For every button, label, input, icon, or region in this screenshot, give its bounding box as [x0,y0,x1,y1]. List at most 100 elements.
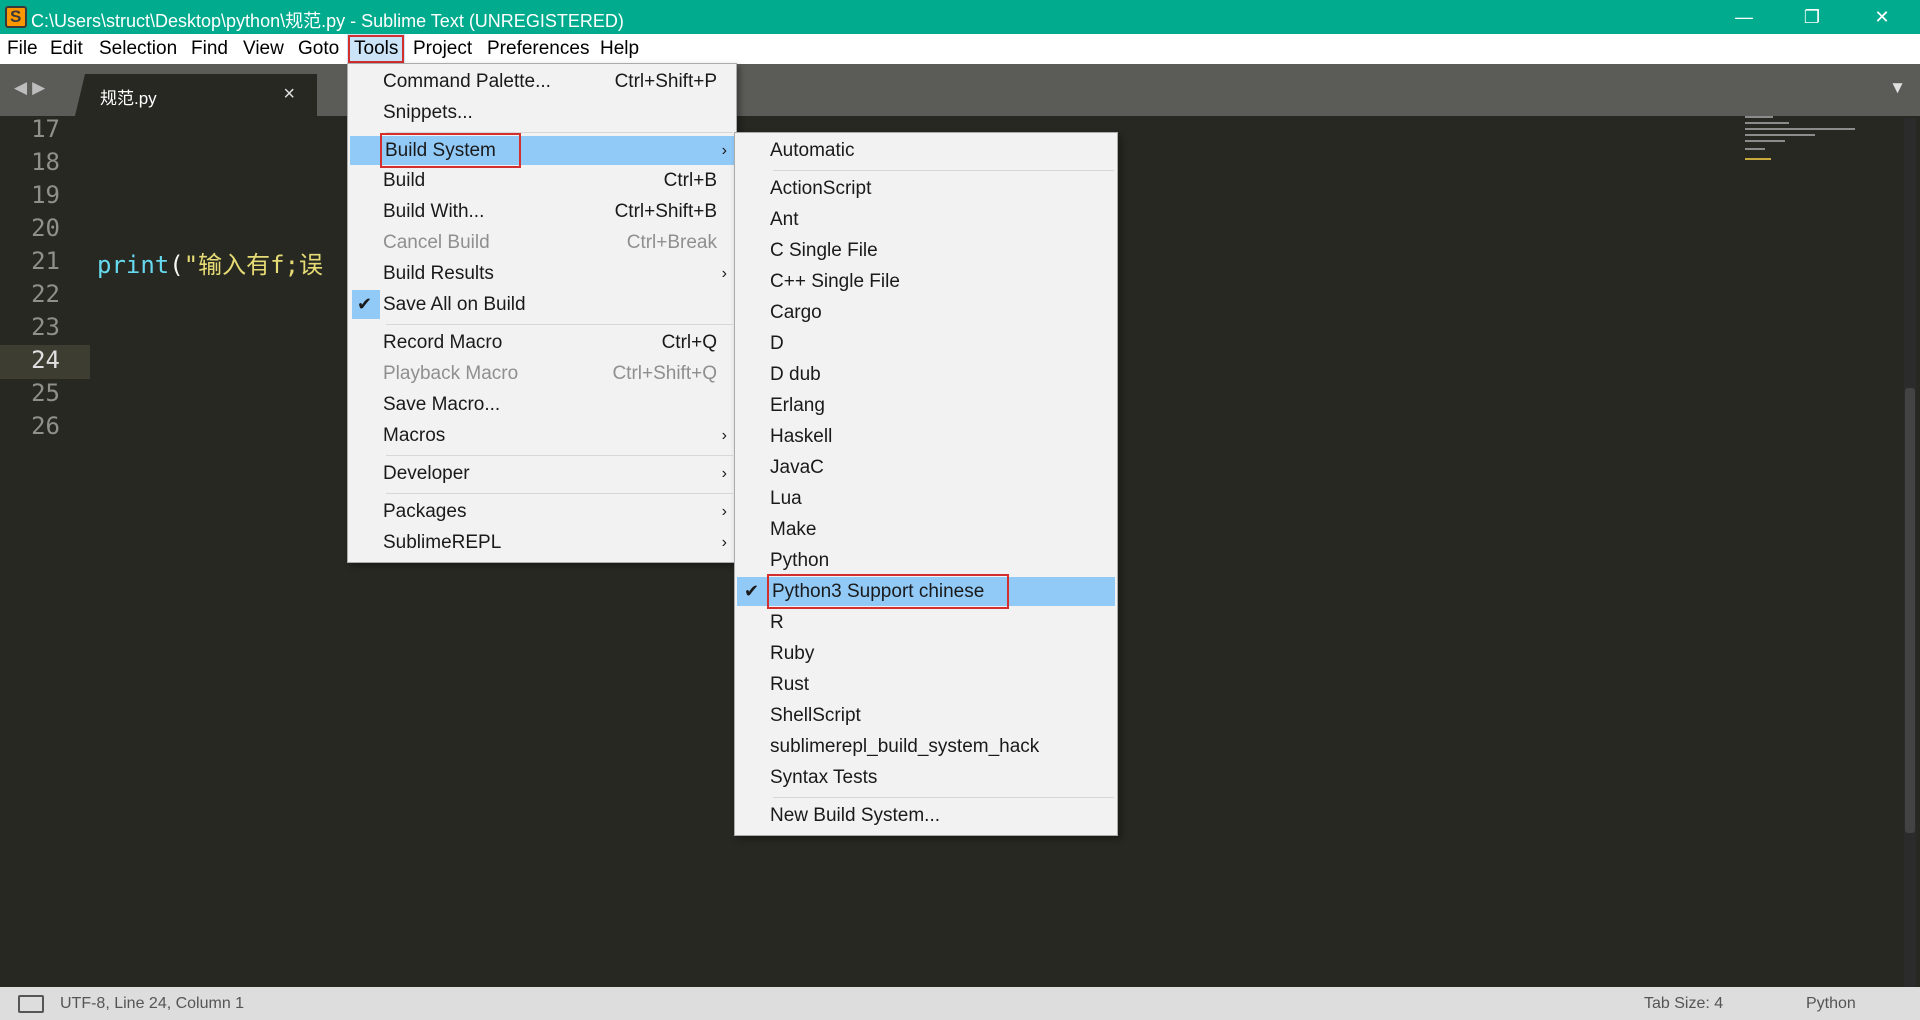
menu-item-shortcut: Ctrl+Q [661,332,717,353]
submenu-arrow-icon: › [721,465,727,482]
line-number: 25 [31,379,60,407]
restore-button[interactable]: ❐ [1792,4,1832,30]
menu-item-label: SublimeREPL [383,532,502,553]
build-option-d[interactable]: D [737,329,1115,358]
build-option-automatic[interactable]: Automatic [737,136,1115,165]
minimize-button[interactable]: — [1724,4,1764,30]
status-syntax[interactable]: Python [1806,995,1856,1013]
submenu-arrow-icon: › [721,503,727,520]
build-option-new-build-system[interactable]: New Build System... [737,801,1115,830]
menu-file[interactable]: File [0,34,45,64]
menu-item-label: Automatic [770,140,855,161]
status-tab-size[interactable]: Tab Size: 4 [1644,995,1723,1013]
build-option-syntax-tests[interactable]: Syntax Tests [737,763,1115,792]
menu-item-shortcut: Ctrl+Shift+B [614,201,717,222]
menu-item-build-results[interactable]: Build Results › [350,259,734,288]
submenu-arrow-icon: › [721,534,727,551]
close-button[interactable]: ✕ [1862,4,1902,30]
menu-separator [386,493,733,494]
menu-item-label: Make [770,519,817,540]
menu-item-packages[interactable]: Packages › [350,497,734,526]
line-number: 18 [31,148,60,176]
sublime-logo-icon [5,6,27,28]
build-option-sublimerepl-hack[interactable]: sublimerepl_build_system_hack [737,732,1115,761]
menu-tools[interactable]: Tools [347,34,406,64]
tab-list-dropdown-icon[interactable]: ▼ [1889,78,1906,98]
menu-item-sublimerepl[interactable]: SublimeREPL › [350,528,734,557]
build-system-submenu: Automatic ActionScript Ant C Single File… [734,132,1118,836]
build-option-cargo[interactable]: Cargo [737,298,1115,327]
build-option-make[interactable]: Make [737,515,1115,544]
build-option-python3-support-chinese[interactable]: ✔ Python3 Support chinese [737,574,1115,609]
menu-item-label: Build With... [383,201,485,222]
menu-goto[interactable]: Goto [291,34,346,64]
build-option-c-single-file[interactable]: C Single File [737,236,1115,265]
build-option-lua[interactable]: Lua [737,484,1115,513]
menu-item-save-macro[interactable]: Save Macro... [350,390,734,419]
submenu-arrow-icon: › [721,142,727,159]
menu-selection[interactable]: Selection [92,34,184,64]
menu-item-label: Macros [383,425,446,446]
menu-item-shortcut: Ctrl+B [663,170,717,191]
build-option-r[interactable]: R [737,608,1115,637]
line-number: 20 [31,214,60,242]
build-option-erlang[interactable]: Erlang [737,391,1115,420]
build-option-actionscript[interactable]: ActionScript [737,174,1115,203]
menu-item-label: Command Palette... [383,71,551,92]
menu-item-save-all-on-build[interactable]: ✔ Save All on Build [350,290,734,319]
tab-nav-arrows-icon[interactable]: ◀▶ [14,78,50,98]
menu-find[interactable]: Find [184,34,235,64]
build-option-haskell[interactable]: Haskell [737,422,1115,451]
menu-item-label: Ant [770,209,799,230]
menu-item-label: C Single File [770,240,878,261]
menu-edit[interactable]: Edit [43,34,90,64]
menu-separator [773,170,1114,171]
menu-item-label: Syntax Tests [770,767,878,788]
menu-item-snippets[interactable]: Snippets... [350,98,734,127]
build-option-cpp-single-file[interactable]: C++ Single File [737,267,1115,296]
menu-item-shortcut: Ctrl+Shift+P [614,71,717,92]
menu-view[interactable]: View [236,34,291,64]
tab-close-icon[interactable]: × [283,83,295,106]
menu-item-cancel-build: Cancel Build Ctrl+Break [350,228,734,257]
menu-item-label: Record Macro [383,332,503,353]
menu-item-build[interactable]: Build Ctrl+B [350,166,734,195]
menu-item-label: Build System [380,133,521,168]
line-number-current: 24 [31,346,60,374]
tab-active-file[interactable]: 规范.py × [75,74,317,116]
menu-help[interactable]: Help [593,34,646,64]
menu-item-label: Save All on Build [383,294,526,315]
title-bar: C:\Users\struct\Desktop\python\规范.py - S… [0,0,1920,34]
minimap[interactable] [1745,114,1875,184]
menu-item-label: Playback Macro [383,363,519,384]
menu-item-build-with[interactable]: Build With... Ctrl+Shift+B [350,197,734,226]
menu-item-label: Build Results [383,263,494,284]
menu-item-macros[interactable]: Macros › [350,421,734,450]
menu-preferences[interactable]: Preferences [480,34,596,64]
menu-item-label: ShellScript [770,705,861,726]
build-option-javac[interactable]: JavaC [737,453,1115,482]
submenu-arrow-icon: › [721,265,727,282]
code-line-21[interactable]: print("输入有f;误 [97,245,323,280]
build-option-rust[interactable]: Rust [737,670,1115,699]
line-number: 17 [31,115,60,143]
build-option-ant[interactable]: Ant [737,205,1115,234]
panel-toggle-icon[interactable] [18,995,44,1013]
menu-item-build-system[interactable]: Build System › [350,133,734,168]
line-number: 26 [31,412,60,440]
menu-item-command-palette[interactable]: Command Palette... Ctrl+Shift+P [350,67,734,96]
menu-item-record-macro[interactable]: Record Macro Ctrl+Q [350,328,734,357]
vertical-scrollbar-thumb[interactable] [1905,388,1915,833]
menu-item-label: Snippets... [383,102,473,123]
menu-project[interactable]: Project [406,34,479,64]
line-number: 19 [31,181,60,209]
build-option-python[interactable]: Python [737,546,1115,575]
menu-item-label: D [770,333,784,354]
menu-item-label: Cancel Build [383,232,490,253]
menu-item-label: Python3 Support chinese [766,574,1010,609]
menu-item-developer[interactable]: Developer › [350,459,734,488]
build-option-shellscript[interactable]: ShellScript [737,701,1115,730]
build-option-ruby[interactable]: Ruby [737,639,1115,668]
build-option-d-dub[interactable]: D dub [737,360,1115,389]
menu-item-label: R [770,612,784,633]
